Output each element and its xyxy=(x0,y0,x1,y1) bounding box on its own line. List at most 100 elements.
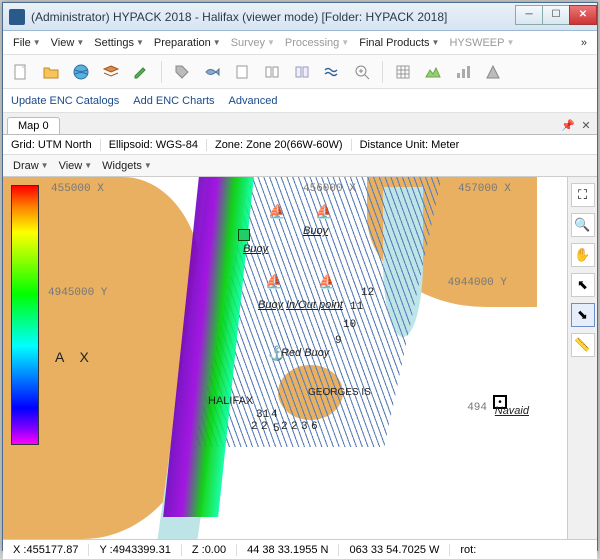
status-lat: 44 38 33.1955 N xyxy=(237,544,339,556)
menu-survey: Survey▼ xyxy=(227,35,279,51)
label-navaid: Navaid xyxy=(495,405,529,417)
globe-icon[interactable] xyxy=(69,60,93,84)
tab-close-icon[interactable]: ✕ xyxy=(579,118,593,132)
tool-zoom-icon[interactable]: 🔍 xyxy=(571,213,595,237)
label-halifax: HALIFAX xyxy=(208,395,253,407)
maximize-button[interactable]: ☐ xyxy=(542,5,570,25)
sounding-3: 3 xyxy=(301,421,308,433)
label-inout: In/Out point xyxy=(286,299,343,311)
tool-pointer-icon[interactable]: ⬉ xyxy=(571,273,595,297)
map-area: 455000 X 456000 X 457000 X 4945000 Y 494… xyxy=(3,177,597,539)
menu-view[interactable]: View▼ xyxy=(47,35,89,51)
menu-overflow-icon[interactable]: » xyxy=(577,37,591,49)
gridlabel-494: 494 xyxy=(467,402,487,414)
menu-file[interactable]: File▼ xyxy=(9,35,45,51)
waypoint-9: 9 xyxy=(335,335,342,347)
fish-icon[interactable] xyxy=(200,60,224,84)
zone-info: Zone: Zone 20(66W-60W) xyxy=(207,139,352,151)
vessel-icon: ⛵ xyxy=(318,273,335,290)
window-title: (Administrator) HYPACK 2018 - Halifax (v… xyxy=(31,10,516,24)
minimize-button[interactable]: ─ xyxy=(515,5,543,25)
tab-map0[interactable]: Map 0 xyxy=(7,117,60,134)
gridlabel-x2: 456000 X xyxy=(303,183,356,195)
label-red-buoy: Red Buoy xyxy=(281,347,329,359)
link-advanced[interactable]: Advanced xyxy=(229,95,278,107)
map-menu-view[interactable]: View▼ xyxy=(55,158,97,174)
status-bar: X :455177.87 Y :4943399.31 Z :0.00 44 38… xyxy=(3,539,597,559)
menu-preparation[interactable]: Preparation▼ xyxy=(150,35,225,51)
label-buoy: Buoy xyxy=(243,243,268,255)
map-canvas[interactable]: 455000 X 456000 X 457000 X 4945000 Y 494… xyxy=(3,177,567,539)
waypoint-12: 12 xyxy=(361,287,374,299)
vessel-icon: ⛵ xyxy=(315,203,332,220)
main-menubar: File▼ View▼ Settings▼ Preparation▼ Surve… xyxy=(3,31,597,55)
menu-survey-label: Survey xyxy=(231,37,265,49)
grid-info: Grid: UTM North xyxy=(3,139,101,151)
page-icon[interactable] xyxy=(230,60,254,84)
status-rot: rot: xyxy=(450,544,486,556)
menu-file-label: File xyxy=(13,37,31,49)
label-buoy: Buoy xyxy=(258,299,283,311)
layers-icon[interactable] xyxy=(99,60,123,84)
label-buoy: Buoy xyxy=(303,225,328,237)
sounding-5: 5 xyxy=(273,423,280,435)
terrain-icon[interactable] xyxy=(421,60,445,84)
separator xyxy=(382,61,383,83)
chart-icon[interactable] xyxy=(451,60,475,84)
pin-icon[interactable]: 📌 xyxy=(561,118,575,132)
sounding-2: 2 xyxy=(291,421,298,433)
close-button[interactable]: ✕ xyxy=(569,5,597,25)
gridlabel-x3: 457000 X xyxy=(458,183,511,195)
depth-colorbar[interactable] xyxy=(11,185,39,445)
menu-hysweep-label: HYSWEEP xyxy=(449,37,504,49)
sounding-4: 4 xyxy=(271,409,278,421)
waves-icon[interactable] xyxy=(320,60,344,84)
gridlabel-x1: 455000 X xyxy=(51,183,104,195)
tool-select-icon[interactable]: ⬊ xyxy=(571,303,595,327)
tool-extents-icon[interactable]: ⛶ xyxy=(571,183,595,207)
enc-linkbar: Update ENC Catalogs Add ENC Charts Advan… xyxy=(3,89,597,113)
titlebar: (Administrator) HYPACK 2018 - Halifax (v… xyxy=(3,3,597,31)
search-plus-icon[interactable] xyxy=(350,60,374,84)
separator xyxy=(161,61,162,83)
map-menubar: Draw▼ View▼ Widgets▼ xyxy=(3,155,597,177)
tag-icon[interactable] xyxy=(170,60,194,84)
catalog-icon[interactable] xyxy=(290,60,314,84)
map-side-toolbar: ⛶ 🔍 ✋ ⬉ ⬊ 📏 xyxy=(567,177,597,539)
map-menu-widgets[interactable]: Widgets▼ xyxy=(98,158,156,174)
link-add-enc[interactable]: Add ENC Charts xyxy=(133,95,214,107)
sounding-2: 2 xyxy=(261,421,268,433)
edit-icon[interactable] xyxy=(129,60,153,84)
label-ax: A X xyxy=(55,349,95,365)
tool-measure-icon[interactable]: 📏 xyxy=(571,333,595,357)
tool-pan-icon[interactable]: ✋ xyxy=(571,243,595,267)
menu-settings[interactable]: Settings▼ xyxy=(90,35,148,51)
waypoint-10: 10 xyxy=(343,319,356,331)
menu-final-label: Final Products xyxy=(359,37,429,49)
status-lon: 063 33 54.7025 W xyxy=(339,544,450,556)
sounding-2: 2 xyxy=(281,421,288,433)
status-y: Y :4943399.31 xyxy=(89,544,181,556)
status-z: Z :0.00 xyxy=(182,544,237,556)
book-icon[interactable] xyxy=(260,60,284,84)
ellipsoid-info: Ellipsoid: WGS-84 xyxy=(101,139,207,151)
menu-processing-label: Processing xyxy=(285,37,339,49)
menu-hysweep: HYSWEEP▼ xyxy=(445,35,518,51)
menu-settings-label: Settings xyxy=(94,37,134,49)
menu-processing: Processing▼ xyxy=(281,35,353,51)
sounding-2: 2 xyxy=(251,421,258,433)
grid-icon[interactable] xyxy=(391,60,415,84)
link-update-enc[interactable]: Update ENC Catalogs xyxy=(11,95,119,107)
gridlabel-y1: 4945000 Y xyxy=(48,287,107,299)
map-tabbar: Map 0 📌 ✕ xyxy=(3,113,597,135)
menu-preparation-label: Preparation xyxy=(154,37,211,49)
app-icon xyxy=(9,9,25,25)
gridlabel-y2: 4944000 Y xyxy=(448,277,507,289)
sounding-6: 6 xyxy=(311,421,318,433)
map-menu-draw[interactable]: Draw▼ xyxy=(9,158,53,174)
menu-final-products[interactable]: Final Products▼ xyxy=(355,35,443,51)
sounding-31: 31 xyxy=(256,409,269,421)
triangle-icon[interactable] xyxy=(481,60,505,84)
new-icon[interactable] xyxy=(9,60,33,84)
open-folder-icon[interactable] xyxy=(39,60,63,84)
